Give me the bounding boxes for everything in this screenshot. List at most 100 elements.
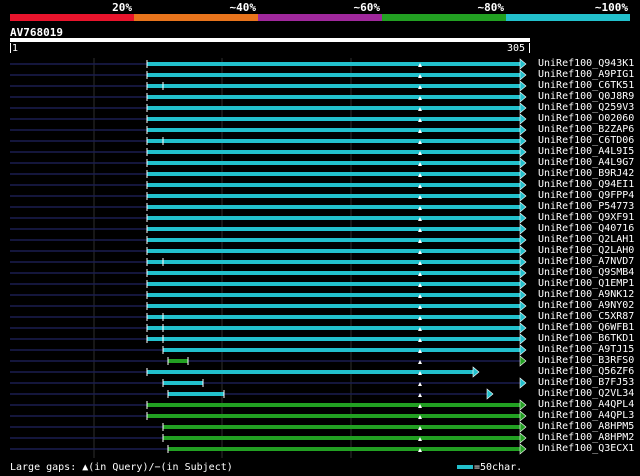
hit-aligned-bar: [147, 84, 520, 88]
hit-label[interactable]: UniRef100_C6TK51: [538, 80, 634, 91]
hit-label[interactable]: UniRef100_Q2VL34: [538, 388, 634, 399]
hit-label[interactable]: UniRef100_Q40716: [538, 223, 634, 234]
hit-aligned-bar: [147, 194, 520, 198]
hit-row[interactable]: [10, 344, 527, 356]
hit-row[interactable]: [10, 135, 527, 147]
hit-aligned-bar: [168, 392, 224, 396]
hit-aligned-bar: [147, 161, 520, 165]
hit-label[interactable]: UniRef100_A4QPL3: [538, 410, 634, 421]
hit-end-arrow: [519, 69, 527, 81]
hit-aligned-bar: [168, 447, 520, 451]
hit-row[interactable]: [10, 355, 527, 367]
hit-aligned-bar: [147, 260, 520, 264]
hit-aligned-bar: [147, 249, 520, 253]
hit-row[interactable]: [10, 377, 527, 389]
hit-label[interactable]: UniRef100_Q2LAH1: [538, 234, 634, 245]
hit-label[interactable]: UniRef100_Q56ZF6: [538, 366, 634, 377]
hit-label[interactable]: UniRef100_A8HPM2: [538, 432, 634, 443]
hit-label[interactable]: UniRef100_A9PIG1: [538, 69, 634, 80]
hit-row[interactable]: [10, 91, 527, 103]
hit-row[interactable]: [10, 168, 527, 180]
hit-label[interactable]: UniRef100_A4L9I5: [538, 146, 634, 157]
hit-aligned-bar: [147, 150, 520, 154]
hit-label[interactable]: UniRef100_A9TJ15: [538, 344, 634, 355]
hit-aligned-bar: [147, 62, 520, 66]
hit-aligned-bar: [147, 139, 520, 143]
hit-aligned-bar: [163, 425, 520, 429]
hit-label[interactable]: UniRef100_P54773: [538, 201, 634, 212]
hit-row[interactable]: [10, 212, 527, 224]
hit-label[interactable]: UniRef100_B7FJ53: [538, 377, 634, 388]
hit-label[interactable]: UniRef100_Q9XF91: [538, 212, 634, 223]
hit-row[interactable]: [10, 157, 527, 169]
hit-label[interactable]: UniRef100_B3RFS0: [538, 355, 634, 366]
hit-aligned-bar: [147, 205, 520, 209]
hit-row[interactable]: [10, 432, 527, 444]
hit-aligned-bar: [147, 172, 520, 176]
hit-row[interactable]: [10, 245, 527, 257]
hit-row[interactable]: [10, 289, 527, 301]
hit-row[interactable]: [10, 278, 527, 290]
hit-label[interactable]: UniRef100_Q9SMB4: [538, 267, 634, 278]
hit-aligned-bar: [168, 359, 188, 363]
hit-label[interactable]: UniRef100_B6TKD1: [538, 333, 634, 344]
hit-label[interactable]: UniRef100_A4L9G7: [538, 157, 634, 168]
hit-label[interactable]: UniRef100_Q0J8R9: [538, 91, 634, 102]
hit-end-arrow: [519, 212, 527, 224]
hit-row[interactable]: [10, 124, 527, 136]
hit-end-arrow: [519, 443, 527, 455]
legend-scale: =50char.: [457, 462, 522, 474]
hit-label[interactable]: UniRef100_A8HPM5: [538, 421, 634, 432]
hit-row[interactable]: [10, 69, 527, 81]
hit-row[interactable]: [10, 300, 527, 312]
hit-aligned-bar: [147, 403, 520, 407]
hit-row[interactable]: [10, 146, 527, 158]
hit-label[interactable]: UniRef100_O02060: [538, 113, 634, 124]
hit-label[interactable]: UniRef100_A9NY02: [538, 300, 634, 311]
hit-label[interactable]: UniRef100_Q9FPP4: [538, 190, 634, 201]
hit-row[interactable]: [10, 388, 494, 400]
hit-end-arrow: [519, 421, 527, 433]
hit-label[interactable]: UniRef100_A9NK12: [538, 289, 634, 300]
hit-row[interactable]: [10, 311, 527, 323]
hit-aligned-bar: [147, 227, 520, 231]
hit-row[interactable]: [10, 190, 527, 202]
hit-label[interactable]: UniRef100_Q94EI1: [538, 179, 634, 190]
hit-label[interactable]: UniRef100_C6TD06: [538, 135, 634, 146]
hit-label[interactable]: UniRef100_A7NVD7: [538, 256, 634, 267]
hit-end-arrow: [519, 135, 527, 147]
hit-row[interactable]: [10, 410, 527, 422]
hit-end-arrow: [519, 234, 527, 246]
hit-row[interactable]: [10, 102, 527, 114]
hit-row[interactable]: [10, 443, 527, 455]
hit-row[interactable]: [10, 322, 527, 334]
hit-row[interactable]: [10, 267, 527, 279]
hit-label[interactable]: UniRef100_A4QPL4: [538, 399, 634, 410]
hit-aligned-bar: [147, 282, 520, 286]
hit-row[interactable]: [10, 113, 527, 125]
hit-row[interactable]: [10, 256, 527, 268]
hit-row[interactable]: [10, 58, 527, 70]
hit-label[interactable]: UniRef100_C5XR87: [538, 311, 634, 322]
hit-label[interactable]: UniRef100_B2ZAP6: [538, 124, 634, 135]
hit-label[interactable]: UniRef100_B9RJ42: [538, 168, 634, 179]
hit-row[interactable]: [10, 421, 527, 433]
hit-label[interactable]: UniRef100_Q943K1: [538, 58, 634, 69]
hit-row[interactable]: [10, 234, 527, 246]
hit-label[interactable]: UniRef100_Q3ECX1: [538, 443, 634, 454]
hit-row[interactable]: [10, 333, 527, 345]
hit-aligned-bar: [147, 95, 520, 99]
hit-row[interactable]: [10, 366, 480, 378]
hit-label[interactable]: UniRef100_Q259V3: [538, 102, 634, 113]
hit-row[interactable]: [10, 201, 527, 213]
hit-end-arrow: [519, 146, 527, 158]
hit-label[interactable]: UniRef100_Q6WFB1: [538, 322, 634, 333]
hit-row[interactable]: [10, 80, 527, 92]
hit-aligned-bar: [147, 117, 520, 121]
hit-aligned-bar: [147, 128, 520, 132]
hit-label[interactable]: UniRef100_Q1EMP1: [538, 278, 634, 289]
hit-row[interactable]: [10, 399, 527, 411]
hit-label[interactable]: UniRef100_Q2LAH0: [538, 245, 634, 256]
hit-row[interactable]: [10, 179, 527, 191]
hit-row[interactable]: [10, 223, 527, 235]
